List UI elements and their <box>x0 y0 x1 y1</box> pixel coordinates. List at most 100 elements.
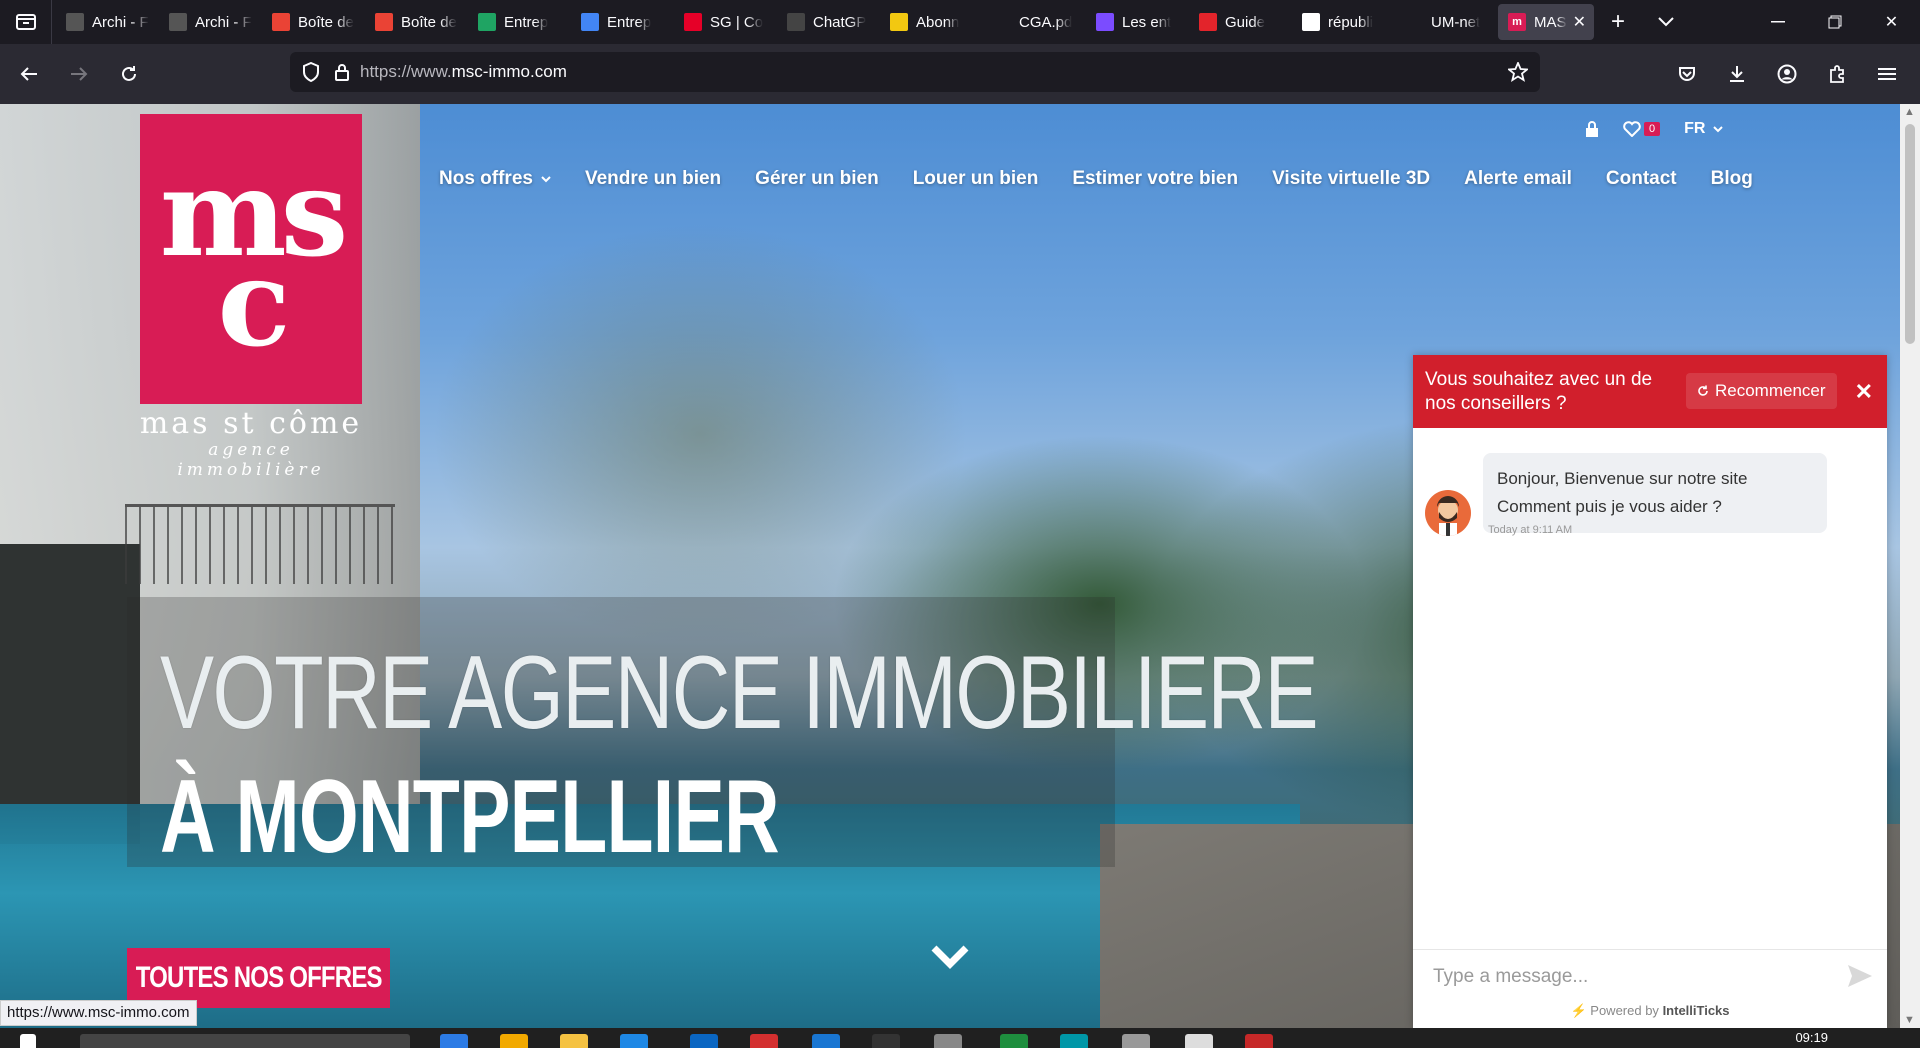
taskbar-app-icon[interactable] <box>812 1034 840 1048</box>
favorites-button[interactable]: 0 <box>1623 121 1661 137</box>
tab[interactable]: Boîte de <box>365 4 468 40</box>
tab[interactable]: UM-net <box>1395 4 1498 40</box>
lock-icon[interactable] <box>1585 121 1599 137</box>
taskbar-app-icon[interactable] <box>690 1034 718 1048</box>
restore-button[interactable] <box>1806 0 1863 44</box>
tab-title: Archi - Free <box>92 13 149 31</box>
restart-chat-button[interactable]: Recommencer <box>1686 373 1837 409</box>
nav-link[interactable]: Gérer un bien <box>738 168 896 190</box>
tab[interactable]: Archi - Free <box>159 4 262 40</box>
taskbar-app-icon[interactable] <box>440 1034 468 1048</box>
language-selector[interactable]: FR <box>1684 120 1724 138</box>
start-button[interactable] <box>20 1034 36 1048</box>
taskbar-search-box[interactable] <box>80 1034 410 1048</box>
nav-link[interactable]: Vendre un bien <box>568 168 738 190</box>
tab-title: républi <box>1328 13 1374 31</box>
nav-link[interactable]: Estimer votre bien <box>1055 168 1255 190</box>
scrollbar-thumb[interactable] <box>1905 124 1915 344</box>
taskbar-app-icon[interactable] <box>1060 1034 1088 1048</box>
app-menu-button[interactable] <box>1864 53 1910 95</box>
tab[interactable]: Boîte de <box>262 4 365 40</box>
tab-strip: Archi - Free Archi - Free Boîte de Boîte de… <box>0 0 1920 44</box>
close-chat-icon[interactable]: ✕ <box>1855 379 1873 405</box>
archi-favicon <box>169 13 187 31</box>
list-all-tabs-button[interactable] <box>1642 0 1690 44</box>
taskbar-app-icon[interactable] <box>500 1034 528 1048</box>
close-window-button[interactable]: ✕ <box>1863 0 1920 44</box>
chat-header: Vous souhaitez avec un de nos conseiller… <box>1413 355 1887 428</box>
nav-link[interactable]: Blog <box>1694 168 1770 190</box>
taskbar-folder-icon[interactable] <box>560 1034 588 1048</box>
tab[interactable]: Entrep <box>468 4 571 40</box>
hero-balcony <box>125 504 395 584</box>
tab[interactable]: Archi - Free <box>56 4 159 40</box>
tab-title: Guide <box>1225 13 1266 31</box>
back-button[interactable] <box>8 53 50 95</box>
downloads-button[interactable] <box>1714 53 1760 95</box>
restart-chat-label: Recommencer <box>1715 381 1826 400</box>
taskbar-app-icon[interactable] <box>1185 1034 1213 1048</box>
heart-icon <box>1623 121 1641 137</box>
hero-title-line1: VOTRE AGENCE IMMOBILIERE <box>160 635 1319 751</box>
minimize-icon <box>1770 21 1785 23</box>
taskbar-app-icon[interactable] <box>1122 1034 1150 1048</box>
tab[interactable]: SG | Co <box>674 4 777 40</box>
url-bar[interactable]: https://www.msc-immo.com <box>290 52 1540 92</box>
extensions-button[interactable] <box>1814 53 1860 95</box>
chat-message-input[interactable] <box>1433 965 1833 988</box>
tab[interactable]: Entrep <box>571 4 674 40</box>
send-icon[interactable] <box>1847 964 1873 988</box>
scroll-down-chevron-icon[interactable] <box>930 942 970 972</box>
bookmark-star-icon[interactable] <box>1508 62 1528 82</box>
tab-title: UM-net <box>1431 13 1481 31</box>
tab[interactable]: Les ent <box>1086 4 1189 40</box>
taskbar-app-icon[interactable] <box>1000 1034 1028 1048</box>
language-label: FR <box>1684 120 1706 137</box>
chat-powered-by[interactable]: ⚡ Powered by IntelliTicks <box>1413 1003 1887 1028</box>
nav-link-label: Alerte email <box>1464 168 1572 189</box>
tab[interactable]: CGA.pd <box>983 4 1086 40</box>
google-drive-icon <box>478 13 496 31</box>
nav-link[interactable]: Contact <box>1589 168 1694 190</box>
tab[interactable]: républi <box>1292 4 1395 40</box>
account-button[interactable] <box>1764 53 1810 95</box>
umnet-icon <box>1405 13 1423 31</box>
tab[interactable]: ChatGP <box>777 4 880 40</box>
taskbar-app-icon[interactable] <box>620 1034 648 1048</box>
all-offers-button[interactable]: TOUTES NOS OFFRES <box>127 948 390 1008</box>
forward-button[interactable] <box>58 53 100 95</box>
tab-list: Archi - Free Archi - Free Boîte de Boîte de… <box>52 0 1498 44</box>
nav-link[interactable]: Nos offres <box>422 168 568 190</box>
close-tab-icon[interactable]: ✕ <box>1573 12 1586 32</box>
new-tab-button[interactable]: + <box>1594 0 1642 44</box>
reload-button[interactable] <box>108 53 150 95</box>
taskbar-app-icon[interactable] <box>1245 1034 1273 1048</box>
scroll-down-arrow-icon[interactable]: ▼ <box>1904 1014 1915 1026</box>
site-logo[interactable]: msc <box>140 114 362 404</box>
tab[interactable]: Guide <box>1189 4 1292 40</box>
tab[interactable]: Abonn <box>880 4 983 40</box>
nav-link[interactable]: Louer un bien <box>896 168 1056 190</box>
chat-input-area <box>1413 949 1887 1003</box>
powered-by-brand: IntelliTicks <box>1662 1003 1730 1018</box>
gmail-icon <box>375 13 393 31</box>
navigation-toolbar: https://www.msc-immo.com <box>0 44 1920 104</box>
chat-messages: Bonjour, Bienvenue sur notre site Commen… <box>1413 428 1887 948</box>
scroll-up-arrow-icon[interactable]: ▲ <box>1904 106 1915 118</box>
web-content: msc mas st côme agence immobilière 0 FR … <box>0 104 1920 1028</box>
nav-link[interactable]: Visite virtuelle 3D <box>1255 168 1447 190</box>
link-status-bar: https://www.msc-immo.com <box>0 1000 197 1026</box>
pocket-button[interactable] <box>1664 53 1710 95</box>
firefox-view-button[interactable] <box>0 0 52 44</box>
chat-message-time: Today at 9:11 AM <box>1488 524 1573 536</box>
nav-link[interactable]: Alerte email <box>1447 168 1589 190</box>
minimize-button[interactable] <box>1749 0 1806 44</box>
taskbar-app-icon[interactable] <box>750 1034 778 1048</box>
logo-wordmark: mas st côme agence immobilière <box>136 408 366 481</box>
taskbar-app-icon[interactable] <box>872 1034 900 1048</box>
taskbar-clock: 09:19 <box>1795 1030 1828 1045</box>
page-scrollbar[interactable]: ▲ ▼ <box>1900 104 1920 1028</box>
restore-icon <box>1828 15 1841 29</box>
taskbar-app-icon[interactable] <box>934 1034 962 1048</box>
tab-active[interactable]: m MAS ✕ <box>1498 4 1594 40</box>
